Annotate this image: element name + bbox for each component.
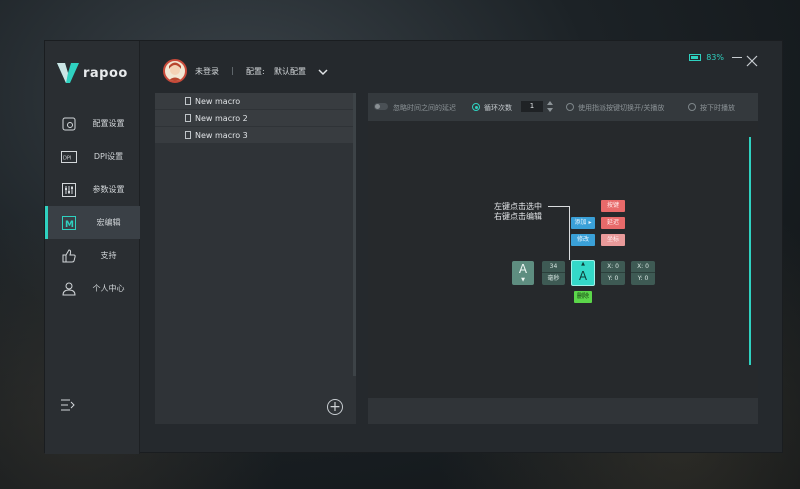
coord-tag[interactable]: 坐标 — [601, 234, 625, 246]
coord-x: X: 0 — [631, 261, 655, 273]
macro-name: New macro 3 — [195, 130, 248, 140]
list-item[interactable]: New macro 2 — [155, 110, 356, 127]
editor-footer — [368, 398, 758, 424]
macro-editor: 忽略时间之间的延迟 循环次数 1 使用指派按键切换开/关播放 按下时播放 左键点… — [368, 93, 758, 424]
topbar-separator: | — [231, 66, 234, 75]
sidebar-item-macro[interactable]: M 宏编辑 — [45, 206, 140, 239]
coordinate-event[interactable]: X: 0 Y: 0 — [631, 261, 655, 285]
battery-status: 83% — [689, 53, 724, 62]
user-icon — [61, 281, 77, 297]
editor-scrollbar[interactable] — [749, 137, 751, 365]
macro-list-panel: New macro New macro 2 New macro 3 — [155, 93, 356, 424]
add-macro-button[interactable]: + — [327, 399, 343, 415]
coord-x: X: 0 — [601, 261, 625, 273]
toggle-play-label: 使用指派按键切换开/关播放 — [578, 104, 665, 112]
params-icon — [61, 182, 77, 198]
down-arrow-icon: ▼ — [521, 277, 525, 283]
sidebar-item-label: 个人中心 — [92, 284, 125, 293]
sidebar-item-label: 参数设置 — [92, 185, 125, 194]
coord-y: Y: 0 — [607, 275, 619, 282]
thumbs-up-icon — [61, 248, 77, 264]
config-select[interactable]: 默认配置 — [274, 66, 306, 77]
avatar[interactable] — [163, 59, 187, 83]
brand-name: rapoo — [83, 65, 128, 81]
config-label: 配置: — [246, 67, 265, 76]
key-up-event[interactable]: A ▼ — [512, 261, 534, 285]
delete-tag[interactable]: 删除 — [574, 291, 592, 303]
battery-fill — [691, 56, 698, 59]
stepper-icon[interactable] — [546, 100, 554, 113]
sidebar-item-params[interactable]: 参数设置 — [45, 173, 140, 206]
document-icon — [185, 97, 191, 105]
toggle-play-radio[interactable] — [566, 103, 574, 111]
loop-count-label: 循环次数 — [484, 104, 512, 112]
sidebar-item-dpi[interactable]: DPI DPI设置 — [45, 140, 140, 173]
hint-connector — [548, 206, 570, 260]
ignore-delay-label: 忽略时间之间的延迟 — [393, 104, 456, 112]
editor-options-bar: 忽略时间之间的延迟 循环次数 1 使用指派按键切换开/关播放 按下时播放 — [368, 93, 758, 121]
document-icon — [185, 131, 191, 139]
battery-percent: 83% — [706, 53, 724, 62]
hold-play-radio[interactable] — [688, 103, 696, 111]
dpi-icon: DPI — [61, 149, 77, 165]
svg-text:DPI: DPI — [63, 155, 71, 161]
macro-icon: M — [61, 215, 77, 231]
ignore-delay-toggle[interactable] — [374, 103, 388, 110]
list-scrollbar[interactable] — [353, 93, 356, 376]
list-item[interactable]: New macro — [155, 93, 356, 110]
top-bar: 未登录 | 配置: 默认配置 83% — [141, 41, 782, 93]
svg-text:M: M — [65, 220, 74, 230]
minimize-icon[interactable] — [732, 57, 742, 58]
sidebar: rapoo 配置设置 DPI DPI设置 参数设置 M 宏编辑 支持 个人中心 — [45, 41, 140, 454]
edit-tag[interactable]: 修改 — [571, 234, 595, 246]
coordinate-event[interactable]: X: 0 Y: 0 — [601, 261, 625, 285]
battery-icon — [689, 54, 702, 61]
document-icon — [185, 114, 191, 122]
list-item[interactable]: New macro 3 — [155, 127, 356, 144]
config-icon — [61, 116, 77, 132]
delay-tag[interactable]: 延迟 — [601, 217, 625, 229]
key-letter: A — [578, 269, 588, 283]
up-arrow-icon: ▲ — [581, 261, 585, 267]
key-tag[interactable]: 按键 — [601, 200, 625, 212]
close-icon[interactable] — [746, 52, 758, 67]
sidebar-item-label: 支持 — [100, 251, 117, 260]
loop-count-input[interactable]: 1 — [521, 101, 543, 112]
add-tag[interactable]: 添加 ▸ — [571, 217, 595, 229]
rapoo-v-icon — [57, 63, 79, 83]
sidebar-nav: 配置设置 DPI DPI设置 参数设置 M 宏编辑 支持 个人中心 — [45, 107, 140, 305]
sidebar-item-user[interactable]: 个人中心 — [45, 272, 140, 305]
sidebar-item-support[interactable]: 支持 — [45, 239, 140, 272]
coord-y: Y: 0 — [637, 275, 649, 282]
sidebar-item-config[interactable]: 配置设置 — [45, 107, 140, 140]
delay-value: 34 — [542, 261, 565, 273]
login-status[interactable]: 未登录 — [195, 66, 219, 77]
macro-name: New macro 2 — [195, 113, 248, 123]
delay-event[interactable]: 34 毫秒 — [542, 261, 565, 285]
sidebar-item-label: 宏编辑 — [96, 218, 121, 227]
app-window: rapoo 配置设置 DPI DPI设置 参数设置 M 宏编辑 支持 个人中心 … — [44, 40, 783, 454]
macro-name: New macro — [195, 96, 241, 106]
sidebar-item-label: DPI设置 — [93, 152, 124, 161]
hold-play-label: 按下时播放 — [700, 104, 735, 112]
chevron-down-icon[interactable] — [317, 63, 329, 76]
key-letter: A — [518, 262, 528, 276]
hint-right-click: 右键点击编辑 — [494, 212, 542, 221]
logo: rapoo — [57, 61, 128, 85]
key-down-event-selected[interactable]: ▲ A — [571, 260, 595, 286]
loop-count-radio[interactable] — [472, 103, 480, 111]
sidebar-item-label: 配置设置 — [92, 119, 125, 128]
collapse-menu-icon[interactable] — [60, 397, 76, 411]
delay-unit: 毫秒 — [547, 275, 560, 282]
